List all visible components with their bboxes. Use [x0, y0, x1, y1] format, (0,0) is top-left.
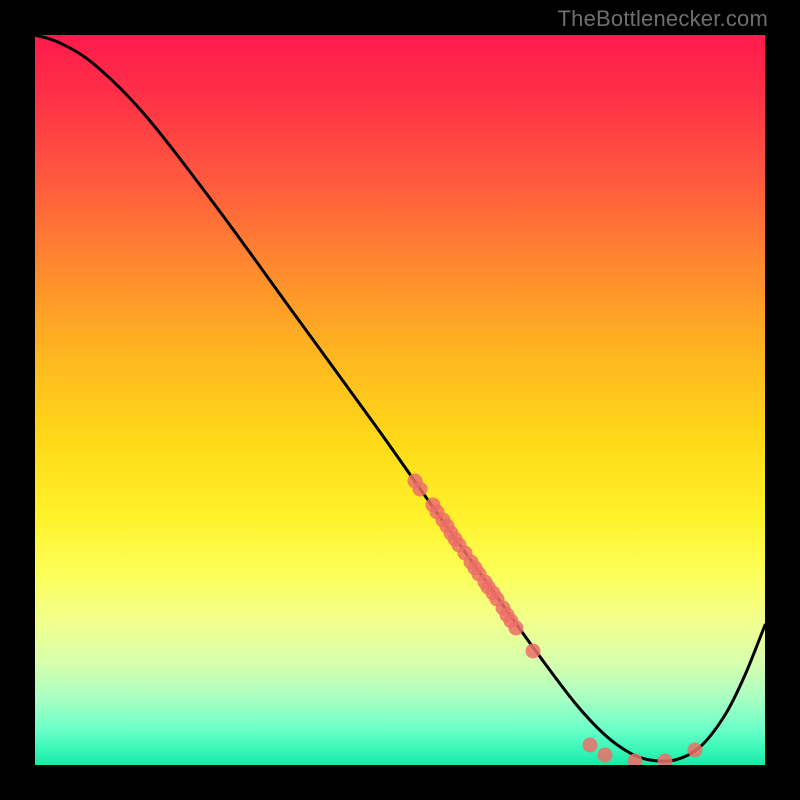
- curve-path: [35, 35, 765, 761]
- data-point: [583, 738, 598, 753]
- scatter-points: [408, 474, 703, 766]
- data-point: [688, 743, 703, 758]
- data-point: [628, 754, 643, 766]
- bottleneck-curve: [35, 35, 765, 761]
- data-point: [598, 748, 613, 763]
- attribution-label: TheBottlenecker.com: [558, 6, 768, 32]
- data-point: [413, 482, 428, 497]
- data-point: [509, 621, 524, 636]
- chart-frame: TheBottlenecker.com: [0, 0, 800, 800]
- curve-layer: [35, 35, 765, 765]
- data-point: [658, 754, 673, 766]
- plot-area: [35, 35, 765, 765]
- data-point: [526, 644, 541, 659]
